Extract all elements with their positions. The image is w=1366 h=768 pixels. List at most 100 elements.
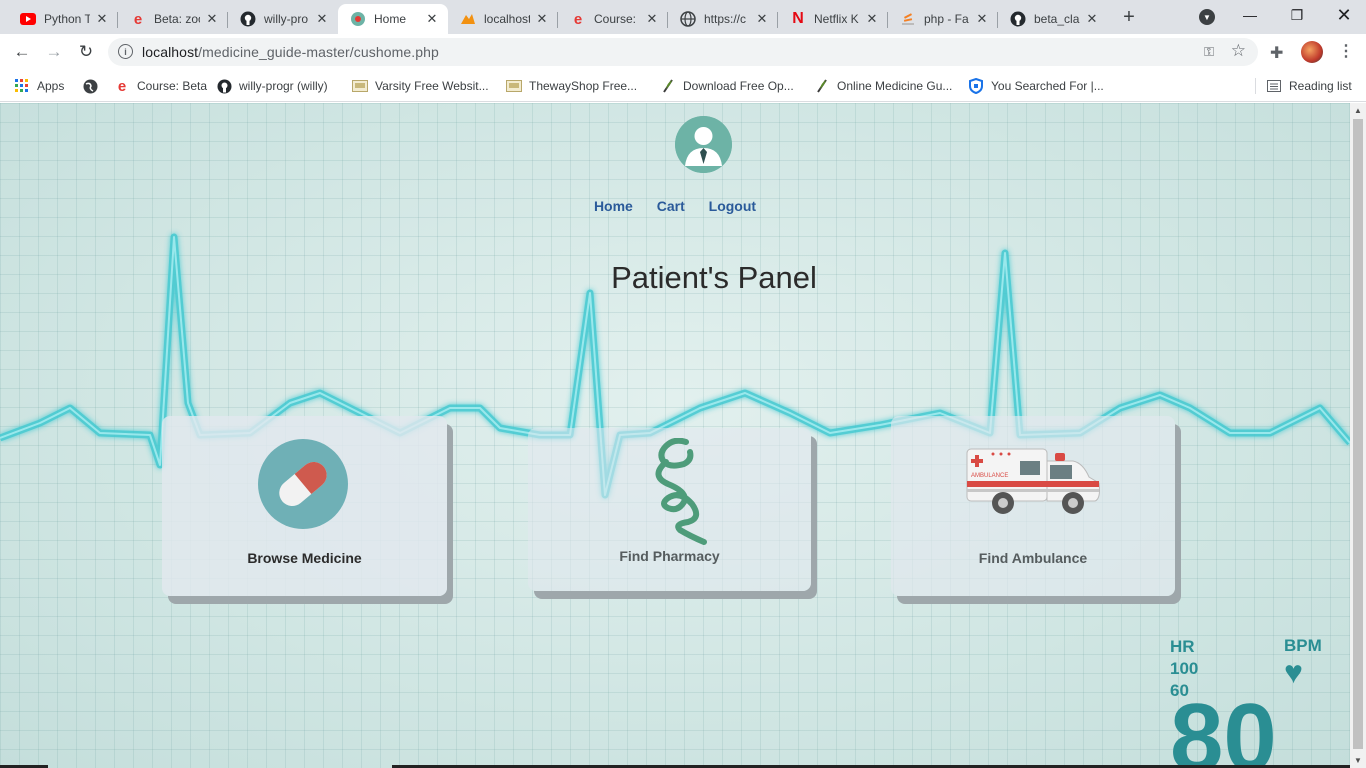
- toolbar: ← → ↻ i localhost/medicine_guide-master/…: [0, 34, 1366, 70]
- hr-high: 100: [1170, 659, 1199, 678]
- heart-rate-value: 80: [1170, 684, 1277, 768]
- bookmark-label: Varsity Free Websit...: [375, 79, 489, 93]
- ambulance-icon: AMBULANCE: [965, 443, 1103, 517]
- back-icon[interactable]: ←: [10, 40, 34, 64]
- scroll-down-icon[interactable]: ▼: [1354, 756, 1362, 765]
- page-content: Home Cart Logout Patient's Panel Browse …: [0, 103, 1350, 768]
- close-icon[interactable]: ✕: [754, 11, 770, 27]
- reading-list-label: Reading list: [1289, 79, 1352, 93]
- bookmark-course-beta[interactable]: e Course: Beta: [114, 76, 207, 96]
- bookmark-you-searched[interactable]: You Searched For |...: [968, 76, 1104, 96]
- tab-title: Beta: zoo: [154, 12, 200, 26]
- extensions-icon[interactable]: ✚: [1270, 43, 1283, 63]
- find-pharmacy-card[interactable]: Find Pharmacy: [528, 428, 811, 591]
- find-ambulance-label: Find Ambulance: [978, 550, 1088, 566]
- close-icon[interactable]: ✕: [864, 11, 880, 27]
- close-icon[interactable]: ✕: [424, 11, 440, 27]
- bookmark-varsity[interactable]: Varsity Free Websit...: [352, 76, 489, 96]
- tab-python[interactable]: Python T ✕: [8, 4, 118, 34]
- info-icon[interactable]: i: [118, 44, 133, 59]
- close-icon[interactable]: ✕: [204, 11, 220, 27]
- tab-home[interactable]: Home ✕: [338, 4, 448, 34]
- bookmark-download[interactable]: Download Free Op...: [660, 76, 794, 96]
- bookmark-label: ThewayShop Free...: [529, 79, 638, 93]
- image-icon: [352, 78, 368, 94]
- globe-icon: [82, 78, 98, 94]
- reading-list-icon: [1266, 78, 1282, 94]
- reload-icon[interactable]: ↻: [74, 40, 98, 64]
- url-text[interactable]: localhost/medicine_guide-master/cushome.…: [142, 44, 439, 60]
- netflix-icon: N: [792, 10, 804, 27]
- apps-grid-icon: [14, 78, 30, 94]
- tab-beta-cla[interactable]: beta_cla ✕: [998, 4, 1108, 34]
- nav-cart-link[interactable]: Cart: [657, 198, 685, 214]
- bpm-label: BPM: [1284, 636, 1322, 655]
- address-bar[interactable]: i localhost/medicine_guide-master/cushom…: [108, 38, 1258, 66]
- close-icon[interactable]: ✕: [644, 11, 660, 27]
- tab-title: Python T: [44, 12, 90, 26]
- browse-medicine-card[interactable]: Browse Medicine: [162, 416, 447, 596]
- close-icon[interactable]: ✕: [534, 11, 550, 27]
- tab-willy[interactable]: willy-pro ✕: [228, 4, 338, 34]
- close-icon[interactable]: ✕: [974, 11, 990, 27]
- site-icon: [350, 11, 366, 27]
- bookmark-label: Course: Beta: [137, 79, 208, 93]
- heart-monitor-readout: HR 100 60 BPM ♥ 80: [1170, 636, 1330, 768]
- find-ambulance-card[interactable]: AMBULANCE Find Ambulance: [891, 416, 1175, 596]
- bookmark-label: Download Free Op...: [683, 79, 794, 93]
- bookmark-label: Apps: [37, 79, 65, 93]
- tab-title: Course: B: [594, 12, 640, 26]
- image-icon: [506, 78, 522, 94]
- caduceus-icon: [640, 437, 716, 546]
- globe-icon: [680, 11, 696, 27]
- window-close-icon[interactable]: ✕: [1332, 4, 1356, 26]
- leaf-icon: [814, 78, 830, 94]
- bookmark-globe[interactable]: [82, 76, 105, 96]
- github-icon: [216, 78, 232, 94]
- tab-title: Home: [374, 12, 407, 26]
- bookmarks-bar: Apps e Course: Beta willy-progr (willy) …: [0, 70, 1366, 102]
- tab-title: php - Fa: [924, 12, 969, 26]
- hr-label: HR: [1170, 637, 1195, 656]
- star-icon[interactable]: ☆: [1231, 41, 1246, 61]
- scroll-up-icon[interactable]: ▲: [1354, 106, 1362, 115]
- key-icon[interactable]: ⚿: [1204, 44, 1214, 60]
- bookmark-label: willy-progr (willy): [239, 79, 328, 93]
- reading-list[interactable]: Reading list: [1266, 76, 1352, 96]
- browse-medicine-label: Browse Medicine: [247, 550, 362, 566]
- page-title: Patient's Panel: [611, 260, 817, 295]
- restore-icon[interactable]: ❐: [1285, 4, 1309, 26]
- vertical-scrollbar[interactable]: ▲ ▼: [1350, 103, 1366, 768]
- main-nav: Home Cart Logout: [0, 198, 1350, 214]
- close-icon[interactable]: ✕: [94, 11, 110, 27]
- pill-icon: [258, 439, 348, 529]
- tab-search-icon[interactable]: ▼: [1199, 9, 1215, 25]
- close-icon[interactable]: ✕: [1084, 11, 1100, 27]
- menu-icon[interactable]: ⋮: [1338, 41, 1354, 61]
- scrollbar-thumb[interactable]: [1353, 119, 1363, 749]
- tab-php[interactable]: php - Fa ✕: [888, 4, 998, 34]
- new-tab-button[interactable]: +: [1118, 6, 1140, 28]
- tab-https[interactable]: https://c ✕: [668, 4, 778, 34]
- tab-beta[interactable]: e Beta: zoo ✕: [118, 4, 228, 34]
- bookmark-online-medicine[interactable]: Online Medicine Gu...: [814, 76, 952, 96]
- tab-netflix[interactable]: N Netflix K ✕: [778, 4, 888, 34]
- user-avatar-icon: [675, 116, 732, 173]
- github-icon: [1010, 11, 1026, 27]
- bookmark-thewayshop[interactable]: ThewayShop Free...: [506, 76, 637, 96]
- bookmark-divider: [1255, 78, 1256, 94]
- tab-localhost[interactable]: localhost ✕: [448, 4, 558, 34]
- ambulance-text: AMBULANCE: [971, 473, 1008, 479]
- tab-course[interactable]: e Course: B ✕: [558, 4, 668, 34]
- e-icon: e: [117, 77, 127, 95]
- nav-logout-link[interactable]: Logout: [709, 198, 756, 214]
- profile-avatar[interactable]: [1301, 41, 1323, 63]
- pma-icon: [460, 11, 476, 27]
- minimize-icon[interactable]: —: [1238, 4, 1262, 26]
- bookmark-willy[interactable]: willy-progr (willy): [216, 76, 328, 96]
- forward-icon[interactable]: →: [42, 40, 66, 64]
- nav-home-link[interactable]: Home: [594, 198, 633, 214]
- bookmark-apps[interactable]: Apps: [14, 76, 64, 96]
- close-icon[interactable]: ✕: [314, 11, 330, 27]
- url-path: /medicine_guide-master/cushome.php: [198, 44, 439, 60]
